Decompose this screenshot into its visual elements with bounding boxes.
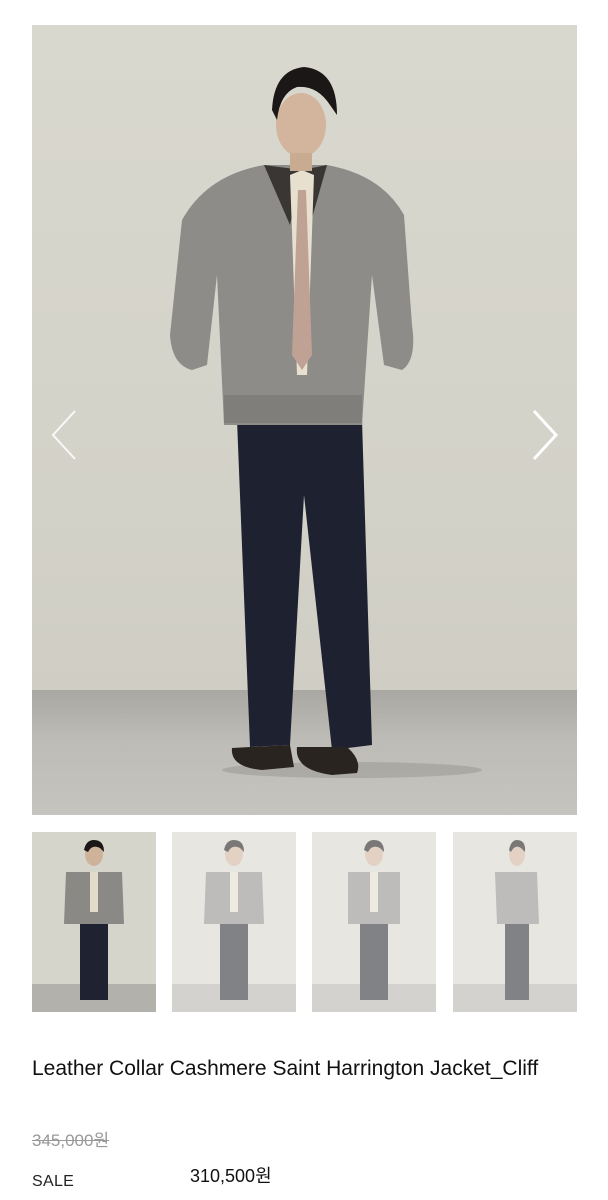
- prev-image-button[interactable]: [44, 405, 84, 465]
- next-image-button[interactable]: [525, 405, 565, 465]
- thumbnail-figure: [64, 840, 124, 1000]
- thumbnail-3[interactable]: [312, 832, 436, 1012]
- chevron-right-icon: [532, 409, 559, 461]
- thumbnail-figure: [495, 840, 539, 1000]
- thumbnail-figure: [204, 840, 264, 1000]
- thumbnail-strip: [32, 832, 577, 1012]
- product-title: Leather Collar Cashmere Saint Harrington…: [32, 1057, 539, 1080]
- sale-label: SALE: [32, 1173, 75, 1190]
- main-product-image[interactable]: [32, 25, 577, 815]
- chevron-left-icon: [51, 410, 76, 460]
- thumbnail-figure: [348, 840, 400, 1000]
- model-figure: [170, 67, 482, 778]
- thumb-floor: [312, 984, 436, 1012]
- sale-price: 310,500원: [190, 1166, 272, 1186]
- thumbnail-4[interactable]: [453, 832, 577, 1012]
- thumbnail-1[interactable]: [32, 832, 156, 1012]
- product-page: Leather Collar Cashmere Saint Harrington…: [0, 0, 608, 1200]
- original-price: 345,000원: [32, 1131, 110, 1150]
- thumbnail-2[interactable]: [172, 832, 296, 1012]
- thumb-floor: [172, 984, 296, 1012]
- thumb-floor: [453, 984, 577, 1012]
